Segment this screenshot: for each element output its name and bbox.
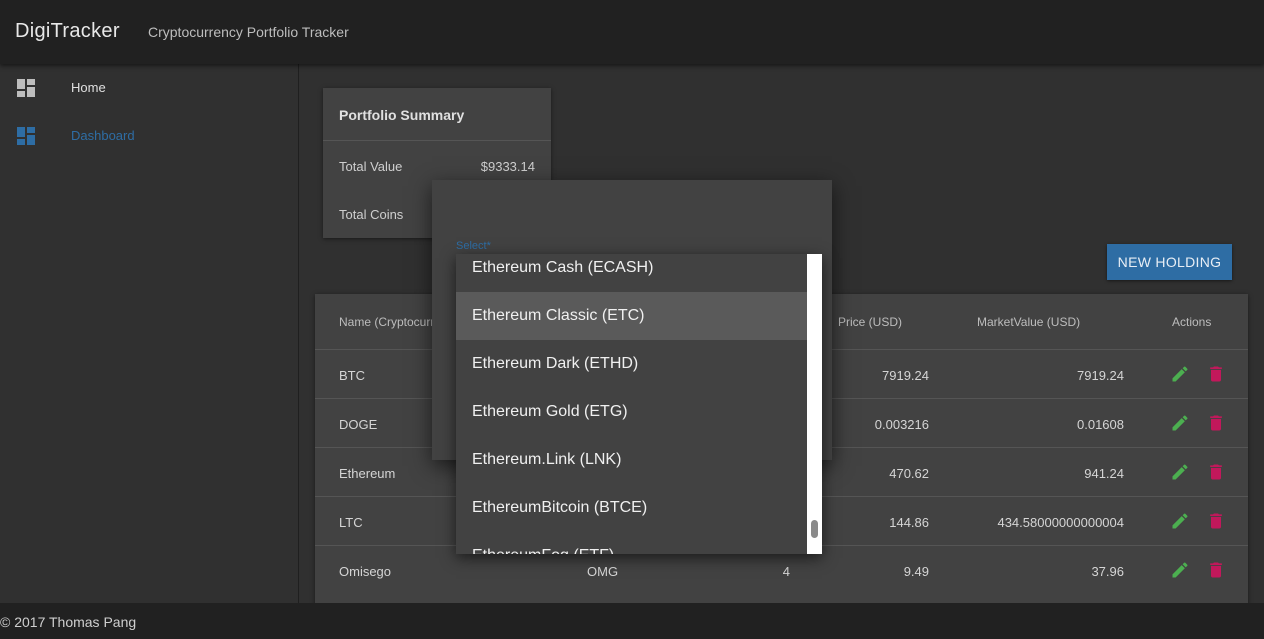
cell-market-value: 941.24 [1084, 466, 1124, 481]
total-value-label: Total Value [339, 159, 403, 174]
summary-title: Portfolio Summary [339, 107, 465, 123]
sidebar-item-label: Home [71, 80, 106, 95]
edit-icon[interactable] [1170, 462, 1190, 482]
cell-market-value: 434.58000000000004 [997, 515, 1124, 530]
cell-market-value: 7919.24 [1077, 368, 1124, 383]
cell-symbol: OMG [587, 564, 619, 579]
menu-item[interactable]: Ethereum Dark (ETHD) [456, 340, 807, 388]
delete-icon[interactable] [1206, 462, 1226, 482]
select-dropdown-menu[interactable]: Ethereum Cash (ECASH) Ethereum Classic (… [456, 254, 822, 554]
cell-name: Ethereum [339, 466, 396, 481]
total-coins-label: Total Coins [339, 207, 404, 222]
app-title[interactable]: DigiTracker [15, 20, 120, 43]
edit-icon[interactable] [1170, 364, 1190, 384]
sidebar: Home Dashboard [0, 64, 299, 603]
scrollbar[interactable] [807, 254, 822, 554]
cell-name: BTC [339, 368, 365, 383]
column-header-price[interactable]: Price (USD) [838, 315, 902, 329]
footer: © 2017 Thomas Pang [0, 603, 1264, 639]
sidebar-item-label: Dashboard [71, 128, 135, 143]
option-list: Ethereum Cash (ECASH) Ethereum Classic (… [456, 254, 807, 554]
menu-item[interactable]: Ethereum Gold (ETG) [456, 388, 807, 436]
delete-icon[interactable] [1206, 511, 1226, 531]
dashboard-icon [17, 127, 35, 145]
delete-icon[interactable] [1206, 364, 1226, 384]
app-subtitle: Cryptocurrency Portfolio Tracker [148, 24, 349, 40]
menu-item-highlighted[interactable]: Ethereum Classic (ETC) [456, 292, 807, 340]
sidebar-item-home[interactable]: Home [0, 64, 298, 112]
menu-item[interactable]: EthereumFog (ETF) [456, 532, 807, 554]
divider [323, 140, 551, 141]
cell-market-value: 0.01608 [1077, 417, 1124, 432]
cell-price: 9.49 [903, 564, 929, 579]
copyright-text: © 2017 Thomas Pang [0, 614, 137, 630]
scrollbar-thumb[interactable] [811, 520, 818, 538]
menu-item[interactable]: Ethereum Cash (ECASH) [456, 254, 807, 292]
dashboard-icon [17, 79, 35, 97]
cell-market-value: 37.96 [1091, 564, 1124, 579]
menu-item[interactable]: Ethereum.Link (LNK) [456, 436, 807, 484]
cell-name: DOGE [339, 417, 378, 432]
delete-icon[interactable] [1206, 560, 1226, 580]
cell-name: Omisego [339, 564, 392, 579]
menu-item[interactable]: EthereumBitcoin (BTCE) [456, 484, 807, 532]
cell-name: LTC [339, 515, 363, 530]
total-value: $9333.14 [480, 159, 535, 174]
new-holding-button[interactable]: NEW HOLDING [1107, 244, 1232, 280]
sidebar-item-dashboard[interactable]: Dashboard [0, 112, 298, 160]
app-bar: DigiTracker Cryptocurrency Portfolio Tra… [0, 0, 1264, 64]
edit-icon[interactable] [1170, 413, 1190, 433]
edit-icon[interactable] [1170, 511, 1190, 531]
edit-icon[interactable] [1170, 560, 1190, 580]
column-header-market-value[interactable]: MarketValue (USD) [977, 315, 1080, 329]
delete-icon[interactable] [1206, 413, 1226, 433]
select-label: Select* [456, 240, 491, 252]
column-header-actions: Actions [1172, 315, 1212, 329]
